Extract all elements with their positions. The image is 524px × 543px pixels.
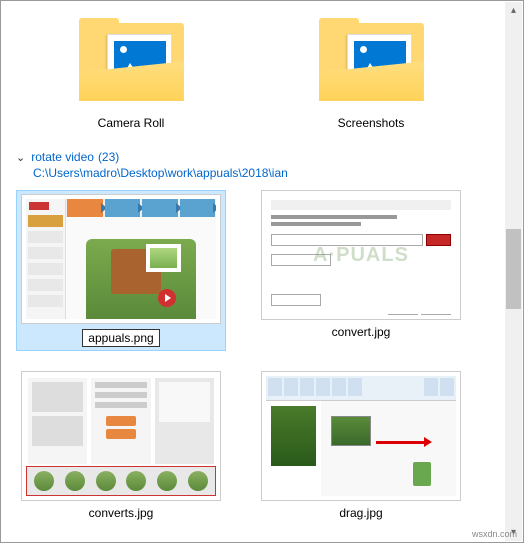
folder-screenshots[interactable]: Screenshots	[301, 11, 441, 130]
vertical-scrollbar[interactable]: ▴ ▾	[505, 2, 522, 541]
scroll-thumb[interactable]	[506, 229, 521, 309]
folder-icon	[79, 11, 184, 111]
group-name: rotate video	[31, 150, 94, 164]
group-count: (23)	[98, 150, 119, 164]
file-converts-jpg[interactable]: converts.jpg	[16, 371, 226, 520]
scroll-up-icon[interactable]: ▴	[505, 2, 522, 19]
thumbnail	[21, 194, 221, 324]
file-appuals-png[interactable]: appuals.png	[16, 190, 226, 351]
file-explorer-content[interactable]: Camera Roll Screenshots ⌄ rotate video (…	[1, 1, 505, 542]
file-grid: appuals.png	[1, 190, 505, 520]
folder-label: Camera Roll	[98, 116, 165, 130]
group-header[interactable]: ⌄ rotate video (23)	[1, 150, 505, 164]
file-label: appuals.png	[82, 329, 159, 347]
thumbnail: A·PUALS	[261, 190, 461, 320]
watermark: wsxdn.com	[472, 529, 517, 539]
scroll-track[interactable]	[505, 19, 522, 524]
folder-icon	[319, 11, 424, 111]
group-path: C:\Users\madro\Desktop\work\appuals\2018…	[1, 166, 505, 180]
folder-camera-roll[interactable]: Camera Roll	[61, 11, 201, 130]
thumbnail	[21, 371, 221, 501]
file-convert-jpg[interactable]: A·PUALS convert.jpg	[256, 190, 466, 351]
file-drag-jpg[interactable]: drag.jpg	[256, 371, 466, 520]
file-label: converts.jpg	[89, 506, 154, 520]
folder-label: Screenshots	[338, 116, 405, 130]
chevron-down-icon: ⌄	[16, 151, 25, 164]
file-label: convert.jpg	[332, 325, 391, 339]
file-label: drag.jpg	[339, 506, 382, 520]
folder-row: Camera Roll Screenshots	[1, 11, 505, 130]
thumbnail	[261, 371, 461, 501]
